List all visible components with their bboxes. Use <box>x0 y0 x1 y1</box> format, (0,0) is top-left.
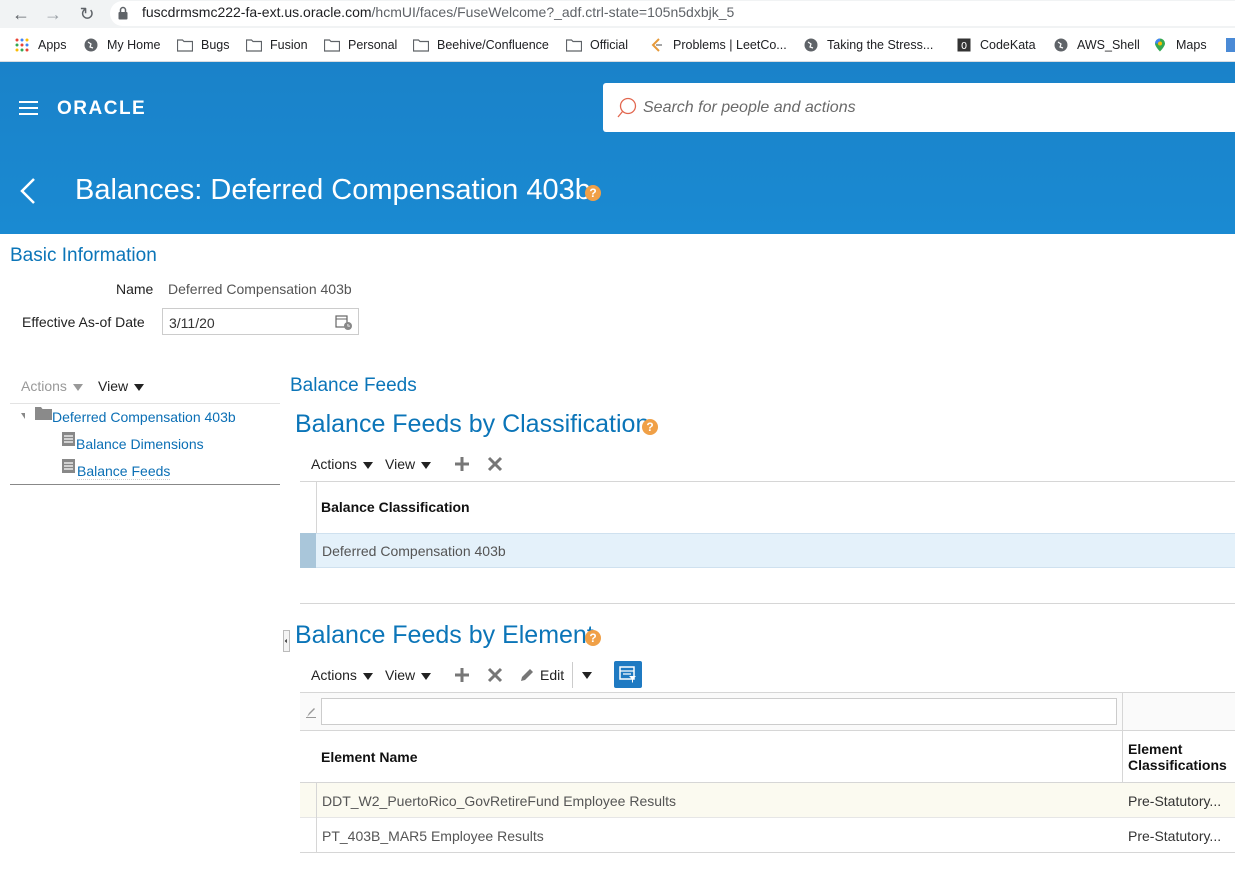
element-classification-cell: Pre-Statutory... <box>1128 793 1222 809</box>
add-icon[interactable] <box>454 667 470 683</box>
global-search[interactable]: Search for people and actions <box>603 83 1235 132</box>
classification-view-menu[interactable]: View <box>385 456 432 472</box>
globe-icon <box>1054 38 1068 52</box>
name-label: Name <box>116 281 154 297</box>
bookmark-maps[interactable]: Maps <box>1152 36 1207 54</box>
overflow-bookmark-icon[interactable] <box>1226 38 1235 52</box>
folder-icon <box>566 39 582 52</box>
apps-grid-icon <box>15 38 29 52</box>
globe-icon <box>84 38 98 52</box>
delete-icon[interactable] <box>487 667 503 683</box>
bookmark-codekata[interactable]: 0 CodeKata <box>956 36 1036 54</box>
collapse-triangle-icon[interactable] <box>21 413 25 419</box>
effective-date-label: Effective As-of Date <box>22 314 145 330</box>
element-classification-cell: Pre-Statutory... <box>1128 828 1222 844</box>
hamburger-menu-icon[interactable] <box>19 101 38 115</box>
document-icon <box>62 432 75 446</box>
svg-text:0: 0 <box>961 41 967 52</box>
bookmark-leetcode[interactable]: Problems | LeetCo... <box>649 36 787 54</box>
column-header-element-classifications[interactable]: Element Classifications <box>1128 741 1227 773</box>
page-title: Balances: Deferred Compensation 403b <box>75 174 591 206</box>
table-cell: Deferred Compensation 403b <box>322 543 506 559</box>
toolbar-divider <box>572 662 573 688</box>
bookmark-official[interactable]: Official <box>566 36 628 54</box>
query-by-example-button[interactable] <box>614 661 642 688</box>
maps-pin-icon <box>1155 38 1165 52</box>
folder-icon <box>177 39 193 52</box>
folder-icon <box>413 39 429 52</box>
lock-icon <box>118 6 128 20</box>
column-divider <box>316 818 317 852</box>
url-text: fuscdrmsmc222-fa-ext.us.oracle.com/hcmUI… <box>142 4 735 20</box>
panel-splitter[interactable] <box>283 630 290 652</box>
document-icon <box>62 459 75 473</box>
search-placeholder: Search for people and actions <box>643 99 856 116</box>
element-actions-menu[interactable]: Actions <box>311 667 373 683</box>
column-divider <box>316 482 317 533</box>
delete-icon[interactable] <box>487 456 503 472</box>
edit-button[interactable]: Edit <box>540 667 564 683</box>
forward-arrow-icon[interactable]: → <box>42 3 64 25</box>
help-icon[interactable]: ? <box>585 630 601 646</box>
reload-icon[interactable]: ↻ <box>76 3 98 25</box>
column-header-balance-classification[interactable]: Balance Classification <box>321 499 470 515</box>
calendar-icon[interactable] <box>335 314 353 331</box>
tree-actions-menu[interactable]: Actions <box>21 378 83 394</box>
bookmark-my-home[interactable]: My Home <box>83 36 160 54</box>
bookmark-aws-shell[interactable]: AWS_Shell <box>1053 36 1140 54</box>
element-section-heading: Balance Feeds by Element <box>295 621 594 649</box>
element-name-cell: DDT_W2_PuertoRico_GovRetireFund Employee… <box>322 793 677 809</box>
folder-icon <box>35 407 52 420</box>
clear-filter-icon[interactable] <box>306 706 316 718</box>
classification-section-heading: Balance Feeds by Classification <box>295 410 650 438</box>
bookmark-apps[interactable]: Apps <box>14 36 67 54</box>
table-border <box>300 603 1235 604</box>
codekata-icon: 0 <box>957 38 971 52</box>
table-border <box>300 481 1235 482</box>
bookmark-personal[interactable]: Personal <box>324 36 397 54</box>
column-header-element-name[interactable]: Element Name <box>321 749 417 765</box>
element-name-cell: PT_403B_MAR5 Employee Results <box>322 828 544 844</box>
element-view-menu[interactable]: View <box>385 667 432 683</box>
effective-date-input[interactable]: 3/11/20 <box>162 308 359 335</box>
bookmark-beehive[interactable]: Beehive/Confluence <box>413 36 549 54</box>
add-icon[interactable] <box>454 456 470 472</box>
back-chevron-icon[interactable] <box>18 176 40 206</box>
bookmark-fusion[interactable]: Fusion <box>246 36 308 54</box>
globe-icon <box>804 38 818 52</box>
edit-dropdown-icon[interactable] <box>582 672 592 679</box>
filter-icon <box>619 666 636 683</box>
help-icon[interactable]: ? <box>585 185 601 201</box>
bookmark-taking-stress[interactable]: Taking the Stress... <box>803 36 933 54</box>
classification-actions-menu[interactable]: Actions <box>311 456 373 472</box>
balance-feeds-heading: Balance Feeds <box>290 375 417 396</box>
tree-view-menu[interactable]: View <box>98 378 145 394</box>
column-divider <box>316 783 317 818</box>
help-icon[interactable]: ? <box>642 419 658 435</box>
row-selection-indicator <box>300 533 316 568</box>
column-divider <box>1122 692 1123 783</box>
bookmark-bugs[interactable]: Bugs <box>177 36 230 54</box>
tree-node-balance-feeds[interactable]: Balance Feeds <box>77 463 171 480</box>
element-name-filter-input[interactable] <box>321 698 1117 725</box>
oracle-logo: ORACLE <box>57 98 147 119</box>
leetcode-icon <box>651 38 662 52</box>
bookmarks-bar: Apps My Home Bugs Fusion Personal Beehiv… <box>0 28 1235 62</box>
folder-icon <box>246 39 262 52</box>
pencil-icon[interactable] <box>519 667 535 683</box>
table-border <box>300 852 1235 853</box>
folder-icon <box>324 39 340 52</box>
back-arrow-icon[interactable]: ← <box>10 3 32 25</box>
tree-node-balance-dimensions[interactable]: Balance Dimensions <box>76 436 204 452</box>
tree-node-root[interactable]: Deferred Compensation 403b <box>52 409 236 425</box>
name-value: Deferred Compensation 403b <box>168 281 352 297</box>
search-icon <box>617 97 637 118</box>
basic-information-heading: Basic Information <box>10 245 157 266</box>
